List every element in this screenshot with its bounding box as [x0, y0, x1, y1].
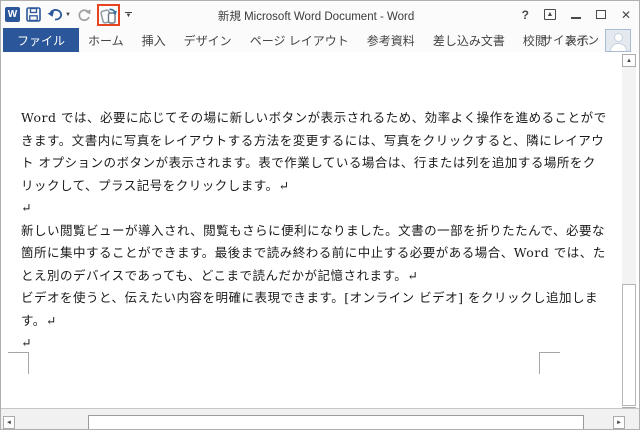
tab-file[interactable]: ファイル — [3, 28, 80, 52]
minimize-button[interactable] — [570, 9, 581, 21]
document-text-line[interactable]: ↵ — [21, 332, 605, 355]
scroll-right-button[interactable]: ► — [613, 416, 625, 429]
tab-page-layout[interactable]: ページ レイアウト — [241, 28, 358, 52]
document-text-line[interactable]: きます。文書内に写真をレイアウトする方法を変更するには、写真をクリックすると、隣… — [21, 130, 605, 153]
window-title: 新規 Microsoft Word Document - Word — [217, 11, 415, 23]
quick-access-toolbar: W ▼ ▼ — [5, 3, 132, 26]
tab-references[interactable]: 参考資料 — [358, 28, 424, 52]
maximize-button[interactable] — [595, 9, 606, 21]
help-button[interactable]: ? — [522, 9, 529, 21]
scroll-left-button[interactable]: ◄ — [3, 416, 15, 429]
document-text-line[interactable]: す。↵ — [21, 310, 605, 333]
document-page[interactable]: Word では、必要に応じてその場に新しいボタンが表示されるため、効率よく操作を… — [1, 52, 621, 408]
tab-home[interactable]: ホーム — [79, 28, 133, 52]
redo-icon-glyph — [78, 8, 91, 21]
scroll-up-button[interactable]: ▲ — [622, 54, 636, 67]
avatar-person-icon — [614, 33, 623, 42]
horizontal-scrollbar: ◄ ► — [1, 408, 639, 429]
text-boundary-corner-mark-left — [8, 352, 29, 374]
document-text: Word では、必要に応じてその場に新しいボタンが表示されるため、効率よく操作を… — [21, 107, 606, 355]
customize-qat-dropdown[interactable]: ▼ — [124, 11, 132, 19]
title-bar: W ▼ ▼ 新規 Microsoft Word Document - Word … — [1, 1, 639, 28]
user-avatar[interactable] — [605, 29, 631, 52]
sign-in-link[interactable]: サインイン — [542, 28, 600, 52]
tab-design[interactable]: デザイン — [175, 28, 241, 52]
text-boundary-corner-mark-right — [539, 352, 560, 374]
document-text-line[interactable]: 新しい閲覧ビューが導入され、閲覧もさらに便利になりました。文書の一部を折りたたん… — [21, 220, 605, 243]
tab-mailings[interactable]: 差し込み文書 — [424, 28, 514, 52]
undo-icon-glyph — [47, 9, 63, 21]
vertical-scrollbar-thumb[interactable] — [622, 284, 636, 406]
undo-dropdown-caret[interactable]: ▼ — [65, 12, 71, 18]
vertical-scrollbar: ▲ ▼ — [621, 53, 638, 420]
word-app-icon[interactable]: W — [5, 7, 20, 22]
touch-mouse-mode-highlight-box — [96, 3, 120, 26]
document-text-line[interactable]: リックして、プラス記号をクリックします。↵ — [21, 175, 605, 198]
document-text-line[interactable]: Word では、必要に応じてその場に新しいボタンが表示されるため、効率よく操作を… — [21, 107, 606, 130]
document-text-line[interactable]: ト オプションのボタンが表示されます。表で作業している場合は、行または列を追加す… — [21, 152, 605, 175]
vertical-scrollbar-track[interactable] — [622, 67, 636, 284]
horizontal-scrollbar-thumb[interactable] — [88, 415, 584, 429]
tab-insert[interactable]: 挿入 — [133, 28, 175, 52]
touch-mouse-mode-icon[interactable] — [100, 6, 117, 24]
document-text-line[interactable]: 箇所に集中することができます。最後まで読み終わる前に中止する必要がある場合、Wo… — [21, 242, 605, 265]
ribbon-display-options-button[interactable]: ▲ — [543, 9, 556, 20]
save-icon-glyph — [26, 7, 41, 22]
touch-mouse-mode-icon-glyph — [100, 8, 117, 24]
redo-icon[interactable] — [77, 8, 91, 22]
word-app-icon-letter: W — [5, 7, 20, 22]
document-text-line[interactable]: ビデオを使うと、伝えたい内容を明確に表現できます。[オンライン ビデオ] をクリ… — [21, 287, 605, 310]
save-icon[interactable] — [26, 7, 41, 22]
close-button[interactable]: ✕ — [621, 9, 631, 21]
word-window: W ▼ ▼ 新規 Microsoft Word Document - Word … — [0, 0, 640, 430]
document-text-line[interactable]: ↵ — [21, 197, 605, 220]
window-controls: ? ▲ ✕ — [522, 1, 631, 28]
undo-icon[interactable]: ▼ — [47, 8, 71, 21]
document-text-line[interactable]: とえ別のデバイスであっても、どこまで読んだかが記憶されます。↵ — [21, 265, 605, 288]
